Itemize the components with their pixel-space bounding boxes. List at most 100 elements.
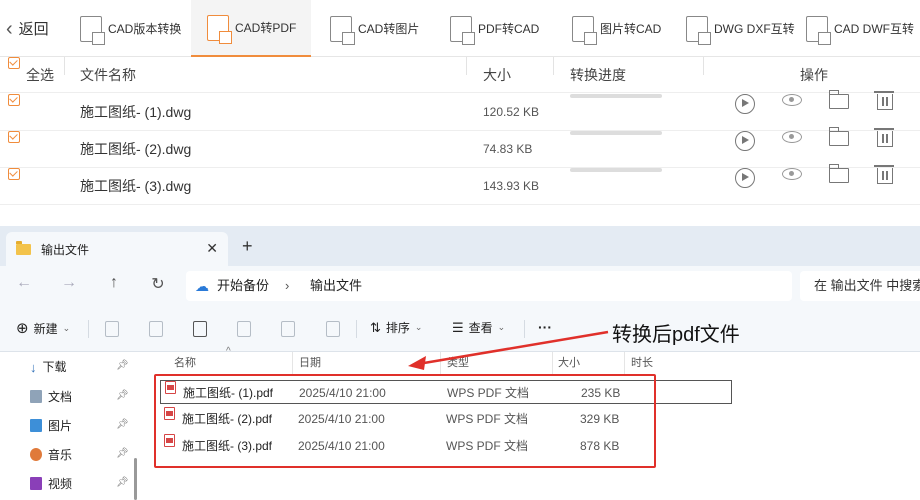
file-size: 143.93 KB	[483, 179, 540, 193]
up-arrow-icon[interactable]: ↑	[104, 274, 124, 292]
annotation-label: 转换后pdf文件	[612, 324, 740, 346]
cad-to-pdf-icon	[207, 14, 232, 44]
trash-icon[interactable]	[874, 165, 894, 184]
folder-icon[interactable]	[828, 90, 849, 109]
file-size: 120.52 KB	[483, 105, 540, 119]
copy-icon[interactable]	[149, 321, 163, 337]
folder-icon[interactable]	[828, 164, 849, 183]
navigation-bar: ← → ↑ ↻ ☁ 开始备份 › 输出文件 在 输出文件 中搜索	[0, 266, 920, 306]
column-header-duration[interactable]: 时长	[631, 352, 653, 374]
progress-bar	[570, 168, 662, 172]
progress-bar	[570, 131, 662, 135]
document-icon	[30, 390, 42, 403]
play-icon[interactable]	[735, 131, 755, 151]
column-header-name[interactable]: 名称	[174, 352, 196, 374]
tool-label: CAD版本转换	[108, 22, 182, 36]
breadcrumb-item[interactable]: 开始备份	[217, 271, 269, 301]
file-name: 施工图纸- (1).dwg	[80, 104, 192, 120]
sidebar-item-documents[interactable]: 文档	[30, 388, 72, 405]
tool-label: DWG DXF互转	[714, 22, 795, 36]
sidebar-item-music[interactable]: 音乐	[30, 446, 72, 463]
back-button[interactable]: ‹ 返回	[6, 0, 49, 57]
arrow-shaft	[417, 330, 609, 366]
column-divider	[466, 57, 467, 75]
select-all-checkbox[interactable]	[8, 57, 20, 69]
tool-cad-to-pdf[interactable]: CAD转PDF	[191, 0, 311, 57]
tool-cad-dwf-convert[interactable]: CAD DWF互转	[806, 0, 914, 57]
converter-app: ‹ 返回 CAD版本转换 CAD转PDF CAD转图片 PDF转CAD 图片转C…	[0, 0, 920, 212]
tool-cad-version-convert[interactable]: CAD版本转换	[80, 0, 181, 57]
folder-icon[interactable]	[828, 127, 849, 146]
new-button[interactable]: ⊕ 新建 ⌄	[16, 319, 70, 337]
tab-strip: 输出文件 ✕ +	[0, 226, 920, 266]
address-bar[interactable]: ☁ 开始备份 › 输出文件	[186, 271, 792, 301]
breadcrumb-item[interactable]: 输出文件	[310, 271, 362, 301]
tool-dwg-dxf-convert[interactable]: DWG DXF互转	[686, 0, 795, 57]
tab-output-folder[interactable]: 输出文件 ✕	[6, 232, 228, 266]
select-all-label[interactable]: 全选	[26, 57, 54, 93]
file-name: 施工图纸- (3).dwg	[80, 178, 192, 194]
sidebar-item-label: 音乐	[48, 448, 73, 462]
row-checkbox[interactable]	[8, 94, 20, 106]
sidebar-item-label: 下载	[42, 360, 67, 374]
close-icon[interactable]: ✕	[206, 240, 218, 257]
paste-icon[interactable]	[193, 321, 207, 337]
play-icon[interactable]	[735, 168, 755, 188]
sidebar-item-videos[interactable]: 视频	[30, 475, 72, 492]
sidebar-item-downloads[interactable]: ↓ 下载	[30, 358, 67, 375]
eye-icon[interactable]	[782, 131, 802, 143]
download-icon: ↓	[30, 360, 37, 375]
back-arrow-icon[interactable]: ←	[14, 274, 34, 292]
column-header-date[interactable]: 日期	[299, 352, 321, 374]
column-progress: 转换进度	[570, 67, 626, 83]
play-icon[interactable]	[735, 94, 755, 114]
tool-pdf-to-cad[interactable]: PDF转CAD	[450, 0, 539, 57]
pin-icon[interactable]: 📌︎	[116, 419, 129, 430]
eye-icon[interactable]	[782, 168, 802, 180]
rename-icon[interactable]	[237, 321, 251, 337]
folder-icon	[16, 240, 31, 255]
chevron-left-icon: ‹	[6, 17, 13, 40]
table-row: 施工图纸- (3).dwg 143.93 KB	[0, 164, 920, 205]
column-name: 文件名称	[80, 67, 136, 83]
row-checkbox[interactable]	[8, 131, 20, 143]
tool-label: CAD DWF互转	[834, 22, 914, 36]
table-row: 施工图纸- (1).dwg 120.52 KB	[0, 90, 920, 131]
tool-cad-to-image[interactable]: CAD转图片	[330, 0, 419, 57]
cut-icon[interactable]	[105, 321, 119, 337]
column-divider[interactable]	[292, 352, 293, 374]
sort-ascending-icon: ^	[226, 346, 231, 357]
search-input[interactable]: 在 输出文件 中搜索	[800, 271, 920, 301]
cad-version-icon	[80, 15, 105, 45]
tool-label: PDF转CAD	[478, 22, 540, 36]
trash-icon[interactable]	[874, 128, 894, 147]
sidebar-item-label: 文档	[48, 390, 73, 404]
pin-icon[interactable]: 📌︎	[116, 448, 129, 459]
separator	[356, 320, 357, 338]
refresh-icon[interactable]: ↻	[148, 274, 168, 294]
trash-icon[interactable]	[874, 91, 894, 110]
pin-icon[interactable]: 📌︎	[116, 360, 129, 371]
row-checkbox[interactable]	[8, 168, 20, 180]
sidebar-scrollbar[interactable]	[134, 458, 137, 500]
delete-icon[interactable]	[326, 321, 340, 337]
new-tab-button[interactable]: +	[242, 236, 253, 257]
tool-image-to-cad[interactable]: 图片转CAD	[572, 0, 661, 57]
pdf-to-cad-icon	[450, 15, 475, 45]
sidebar-item-pictures[interactable]: 图片	[30, 417, 72, 434]
column-size: 大小	[483, 67, 511, 83]
eye-icon[interactable]	[782, 94, 802, 106]
progress-bar	[570, 94, 662, 98]
pin-icon[interactable]: 📌︎	[116, 477, 129, 488]
image-to-cad-icon	[572, 15, 597, 45]
pin-icon[interactable]: 📌︎	[116, 390, 129, 401]
tab-title: 输出文件	[41, 242, 90, 257]
forward-arrow-icon[interactable]: →	[59, 274, 79, 292]
back-label: 返回	[18, 21, 49, 38]
tool-label: CAD转PDF	[235, 21, 297, 35]
share-icon[interactable]	[281, 321, 295, 337]
new-label: 新建	[33, 321, 58, 336]
column-actions: 操作	[800, 67, 828, 83]
file-name: 施工图纸- (2).dwg	[80, 141, 192, 157]
column-divider[interactable]	[624, 352, 625, 374]
